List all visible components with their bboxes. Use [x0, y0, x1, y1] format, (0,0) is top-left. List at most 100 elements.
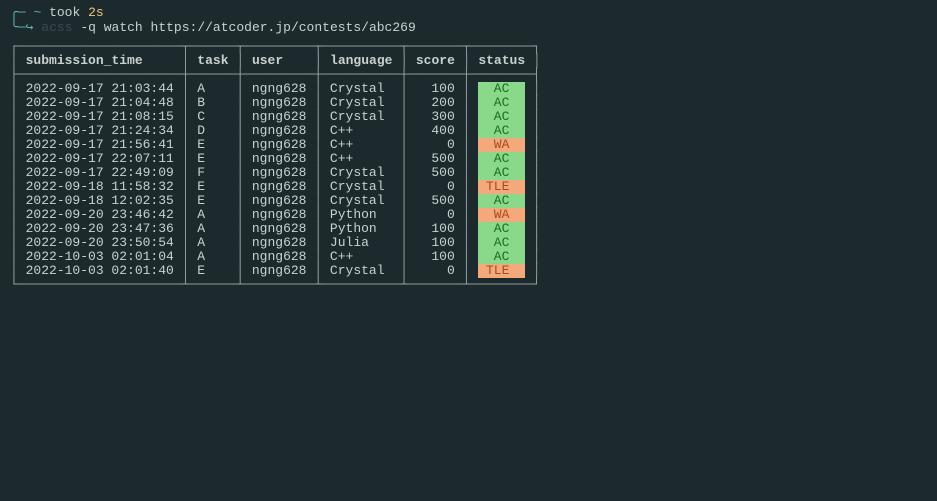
cell-score: 0 [408, 137, 463, 152]
cell-lang: Crystal [322, 263, 400, 278]
cell-score: 100 [408, 249, 463, 264]
table-row: │ 2022-09-18 12:02:35 │ E │ ngng628 │ Cr… [10, 194, 541, 208]
cell-task: E [189, 193, 236, 208]
status-badge: WA [478, 208, 525, 222]
status-badge: AC [478, 110, 525, 124]
cell-user: ngng628 [244, 235, 314, 250]
cell-time: 2022-09-17 21:03:44 [18, 81, 182, 96]
table-row: │ 2022-09-18 11:58:32 │ E │ ngng628 │ Cr… [10, 180, 541, 194]
cell-user: ngng628 [244, 179, 314, 194]
cell-task: F [189, 165, 236, 180]
prompt-args: -q watch https://atcoder.jp/contests/abc… [80, 20, 415, 35]
status-badge: AC [478, 124, 525, 138]
cell-task: A [189, 81, 236, 96]
cell-time: 2022-10-03 02:01:04 [18, 249, 182, 264]
cell-user: ngng628 [244, 109, 314, 124]
cell-time: 2022-09-20 23:50:54 [18, 235, 182, 250]
cell-lang: Crystal [322, 95, 400, 110]
cell-score: 500 [408, 165, 463, 180]
status-badge: AC [478, 236, 525, 250]
table-row: │ 2022-09-17 21:04:48 │ B │ ngng628 │ Cr… [10, 96, 541, 110]
cell-task: E [189, 137, 236, 152]
cell-user: ngng628 [244, 221, 314, 236]
prompt-line-2: ╰─↪ acss -q watch https://atcoder.jp/con… [10, 21, 927, 35]
cell-lang: Python [322, 221, 400, 236]
prompt-arrow: ↪ [26, 20, 34, 35]
cell-lang: Crystal [322, 165, 400, 180]
header-submission-time: submission_time [26, 53, 143, 68]
cell-user: ngng628 [244, 193, 314, 208]
cell-score: 100 [408, 221, 463, 236]
table-row: │ 2022-09-20 23:47:36 │ A │ ngng628 │ Py… [10, 222, 541, 236]
cell-score: 500 [408, 151, 463, 166]
cell-time: 2022-09-17 21:24:34 [18, 123, 182, 138]
cell-lang: Julia [322, 235, 400, 250]
table-row: │ 2022-09-17 21:24:34 │ D │ ngng628 │ C+… [10, 124, 541, 138]
cell-user: ngng628 [244, 151, 314, 166]
table-row: │ 2022-10-03 02:01:40 │ E │ ngng628 │ Cr… [10, 264, 541, 278]
cell-task: A [189, 221, 236, 236]
cell-lang: Python [322, 207, 400, 222]
cell-score: 0 [408, 179, 463, 194]
header-score: score [416, 53, 455, 68]
table-row: │ 2022-09-17 22:49:09 │ F │ ngng628 │ Cr… [10, 166, 541, 180]
status-badge: AC [478, 222, 525, 236]
cell-lang: C++ [322, 137, 400, 152]
prompt-corner-bottom: ╰─ [10, 20, 26, 35]
cell-lang: C++ [322, 151, 400, 166]
cell-lang: Crystal [322, 109, 400, 124]
header-status: status [478, 53, 525, 68]
status-badge: AC [478, 96, 525, 110]
cell-lang: C++ [322, 123, 400, 138]
cell-task: E [189, 151, 236, 166]
cell-task: A [189, 249, 236, 264]
cell-task: B [189, 95, 236, 110]
cell-score: 500 [408, 193, 463, 208]
table-row: │ 2022-09-17 22:07:11 │ E │ ngng628 │ C+… [10, 152, 541, 166]
table-header-row: │ submission_time │ task │ user │ langua… [10, 54, 541, 68]
cell-time: 2022-09-20 23:46:42 [18, 207, 182, 222]
cell-task: C [189, 109, 236, 124]
submission-table: ┌─────────────────────┬──────┬─────────┬… [10, 40, 541, 292]
prompt-corner: ╭─ [10, 5, 26, 20]
cell-task: E [189, 263, 236, 278]
cell-lang: Crystal [322, 193, 400, 208]
cell-time: 2022-09-18 11:58:32 [18, 179, 182, 194]
cell-task: D [189, 123, 236, 138]
header-user: user [252, 53, 283, 68]
table-border-mid: ├─────────────────────┼──────┼─────────┼… [10, 68, 541, 82]
cell-score: 100 [408, 81, 463, 96]
cell-user: ngng628 [244, 263, 314, 278]
header-task: task [197, 53, 228, 68]
status-badge: AC [478, 194, 525, 208]
prompt-duration: 2s [88, 5, 104, 20]
cell-time: 2022-09-17 22:07:11 [18, 151, 182, 166]
prompt-tilde: ~ [33, 5, 41, 20]
cell-score: 300 [408, 109, 463, 124]
cell-time: 2022-09-17 21:08:15 [18, 109, 182, 124]
cell-user: ngng628 [244, 123, 314, 138]
cell-user: ngng628 [244, 249, 314, 264]
cell-task: E [189, 179, 236, 194]
status-badge: WA [478, 138, 525, 152]
cell-user: ngng628 [244, 81, 314, 96]
cell-score: 0 [408, 263, 463, 278]
cell-score: 400 [408, 123, 463, 138]
table-row: │ 2022-09-17 21:08:15 │ C │ ngng628 │ Cr… [10, 110, 541, 124]
cell-score: 0 [408, 207, 463, 222]
table-row: │ 2022-09-17 21:56:41 │ E │ ngng628 │ C+… [10, 138, 541, 152]
status-badge: AC [478, 250, 525, 264]
cell-time: 2022-09-18 12:02:35 [18, 193, 182, 208]
cell-time: 2022-09-20 23:47:36 [18, 221, 182, 236]
status-badge: AC [478, 166, 525, 180]
cell-task: A [189, 235, 236, 250]
table-border-top: ┌─────────────────────┬──────┬─────────┬… [10, 40, 541, 54]
header-language: language [330, 53, 392, 68]
prompt-line-1: ╭─ ~ took 2s [10, 6, 927, 20]
cell-time: 2022-09-17 21:04:48 [18, 95, 182, 110]
cell-time: 2022-09-17 21:56:41 [18, 137, 182, 152]
prompt-took: took [49, 5, 80, 20]
table-border-bottom: └─────────────────────┴──────┴─────────┴… [10, 278, 541, 292]
cell-time: 2022-10-03 02:01:40 [18, 263, 182, 278]
cell-lang: Crystal [322, 179, 400, 194]
